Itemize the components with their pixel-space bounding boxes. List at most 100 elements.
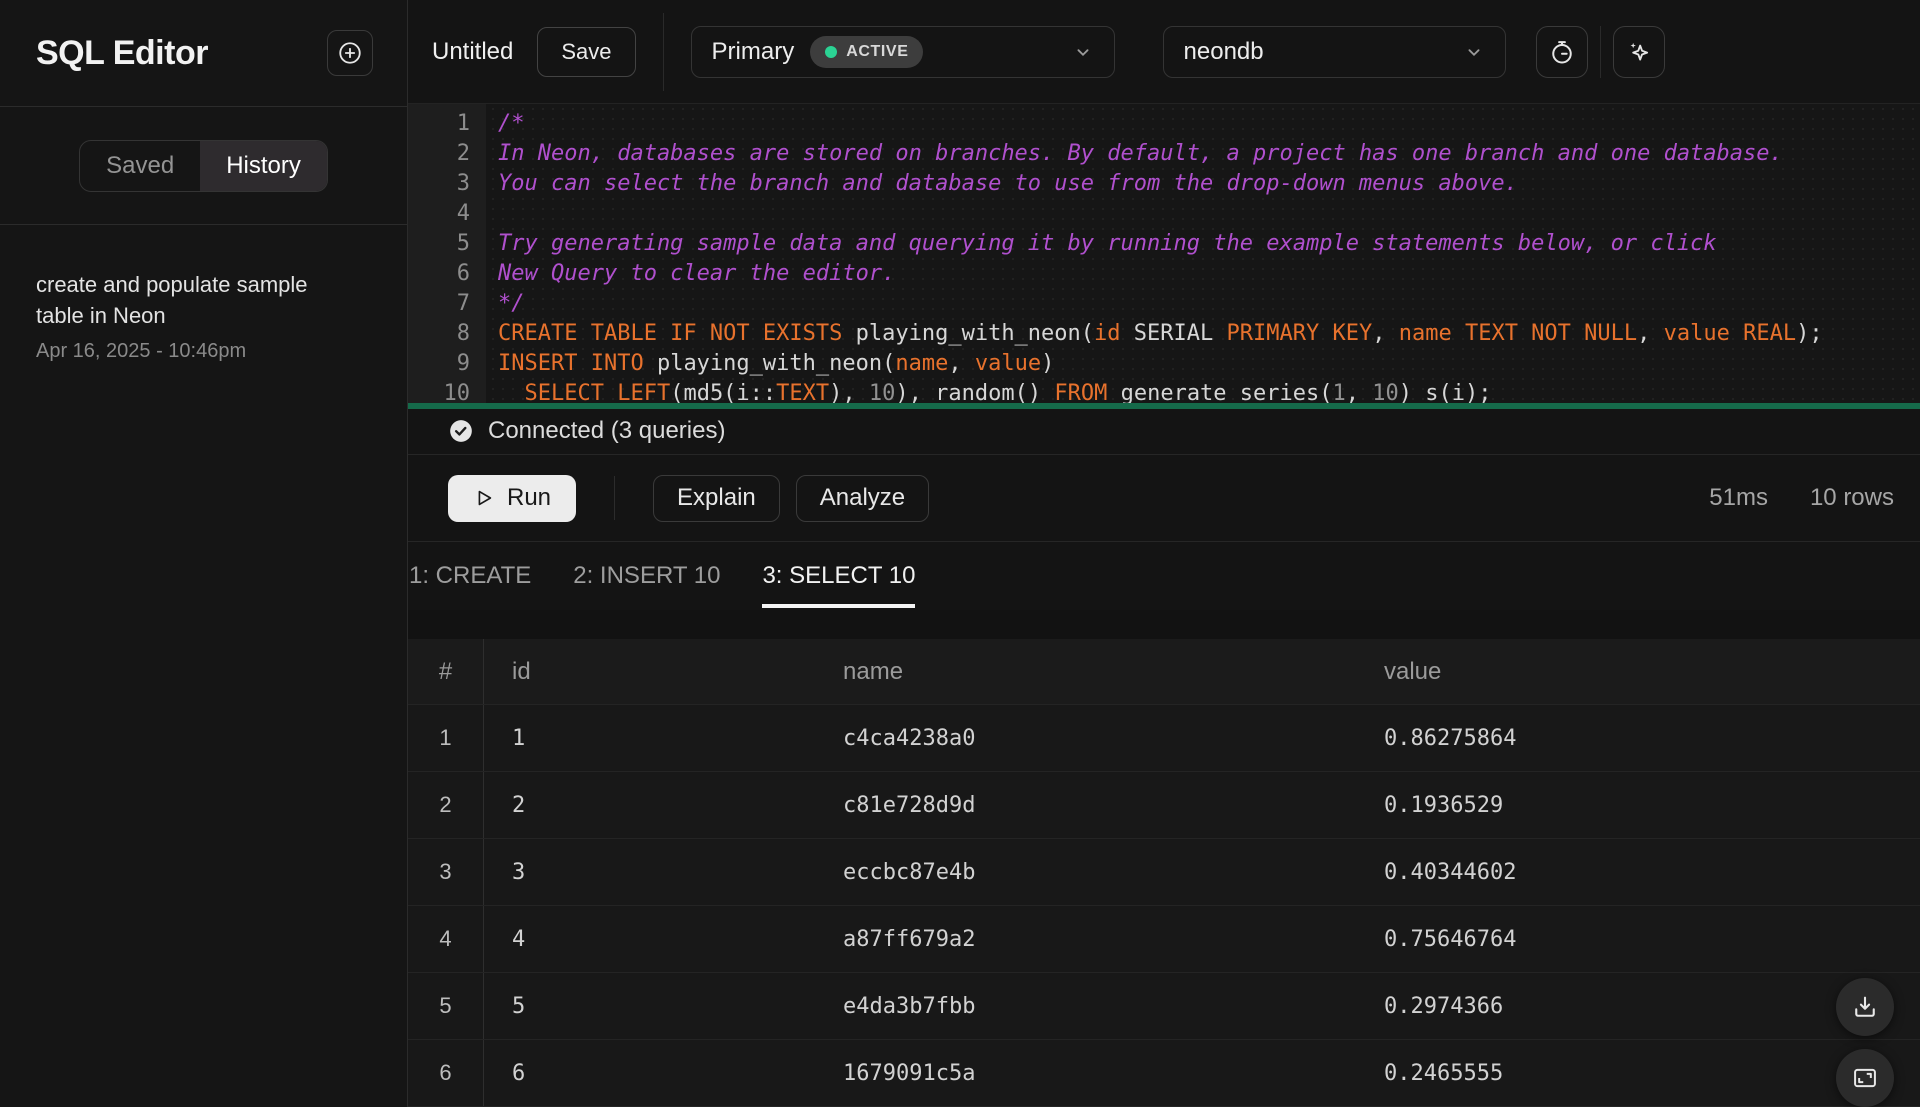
check-circle-icon [448,418,474,444]
code-token: , [948,351,975,376]
cell-name: 1679091c5a [815,1040,1356,1106]
fullscreen-icon [1851,1064,1879,1092]
code-line: 6 New Query to clear the editor. [408,259,1920,289]
connection-status-bar: Connected (3 queries) [408,409,1920,456]
actions-divider [614,476,615,520]
code-token: 10 [1372,381,1399,403]
result-tab-3-select-10[interactable]: 3: SELECT 10 [762,542,915,610]
column-header-num: # [408,639,484,704]
line-number: 9 [408,349,486,379]
download-results-button[interactable] [1836,978,1894,1036]
save-button[interactable]: Save [537,27,635,77]
code-text: */ [486,289,525,319]
analyze-button[interactable]: Analyze [796,475,929,522]
code-text: You can select the branch and database t… [486,169,1518,199]
main-panel: Untitled Save Primary ACTIVE neondb [408,0,1920,1107]
code-token: , [1372,321,1399,346]
sparkles-icon [1625,38,1653,66]
code-token: SELECT LEFT [525,381,671,403]
code-token: ) s(i); [1399,381,1492,403]
code-text: Try generating sample data and querying … [486,229,1717,259]
code-token: */ [498,291,525,316]
result-tab-1-create[interactable]: 1: CREATE [409,542,531,610]
line-number: 4 [408,199,486,229]
cell-value: 0.86275864 [1356,705,1920,771]
line-number: 2 [408,139,486,169]
code-token [498,381,525,403]
table-row[interactable]: 33eccbc87e4b0.40344602 [408,839,1920,906]
code-line: 3You can select the branch and database … [408,169,1920,199]
sql-editor-app: SQL Editor Saved History create and popu… [0,0,1920,1107]
tab-saved[interactable]: Saved [80,141,200,191]
tab-history[interactable]: History [200,141,327,191]
code-text: New Query to clear the editor. [486,259,895,289]
code-token: 10 [869,381,896,403]
line-number: 8 [408,319,486,349]
explain-button[interactable]: Explain [653,475,780,522]
cell-num: 4 [408,906,484,972]
code-token: ) [1041,351,1054,376]
chevron-down-icon [1072,41,1094,63]
code-token: playing_with_neon( [644,351,896,376]
query-duration: 51ms [1709,484,1768,512]
code-token: You can select the branch and database t… [498,171,1518,196]
connection-status-text: Connected (3 queries) [488,417,725,445]
line-number: 7 [408,289,486,319]
code-token: REAL [1743,321,1796,346]
database-selector[interactable]: neondb [1163,26,1506,78]
cell-num: 5 [408,973,484,1039]
table-row[interactable]: 55e4da3b7fbb0.2974366 [408,973,1920,1040]
code-text [486,199,498,229]
database-name: neondb [1184,38,1264,66]
branch-selector[interactable]: Primary ACTIVE [691,26,1115,78]
code-text: In Neon, databases are stored on branche… [486,139,1783,169]
sql-code-editor[interactable]: 1/*2In Neon, databases are stored on bra… [408,104,1920,403]
play-icon [473,487,495,509]
table-row[interactable]: 11c4ca4238a00.86275864 [408,705,1920,772]
column-header-name: name [815,639,1356,704]
table-header-row: #idnamevalue [408,639,1920,705]
history-item[interactable]: create and populate sample table in Neon… [36,269,371,363]
topbar-divider [663,13,664,91]
sidebar: SQL Editor Saved History create and popu… [0,0,408,1107]
cell-num: 6 [408,1040,484,1106]
table-row[interactable]: 661679091c5a0.2465555 [408,1040,1920,1107]
cell-value: 0.40344602 [1356,839,1920,905]
plus-circle-icon [337,40,363,66]
ai-assist-button[interactable] [1613,26,1665,78]
sidebar-header: SQL Editor [0,0,407,107]
expand-results-button[interactable] [1836,1049,1894,1107]
result-tab-2-insert-10[interactable]: 2: INSERT 10 [573,542,720,610]
table-row[interactable]: 44a87ff679a20.75646764 [408,906,1920,973]
code-token: value [975,351,1041,376]
history-list: create and populate sample table in Neon… [0,225,407,1107]
code-text: CREATE TABLE IF NOT EXISTS playing_with_… [486,319,1823,349]
code-token: PRIMARY KEY [1227,321,1373,346]
code-line: 9INSERT INTO playing_with_neon(name, val… [408,349,1920,379]
saved-history-toggle: Saved History [0,107,407,225]
code-token: In Neon, databases are stored on branche… [498,141,1783,166]
code-text: SELECT LEFT(md5(i::TEXT), 10), random() … [486,379,1491,403]
code-token: Try generating sample data and querying … [498,231,1717,256]
cell-name: c81e728d9d [815,772,1356,838]
line-number: 5 [408,229,486,259]
code-token: id [1094,321,1121,346]
download-icon [1851,993,1879,1021]
query-row-count: 10 rows [1810,484,1894,512]
query-timing-button[interactable] [1536,26,1588,78]
new-query-button[interactable] [327,30,373,76]
table-row[interactable]: 22c81e728d9d0.1936529 [408,772,1920,839]
code-token: ); [1796,321,1823,346]
result-tabs: 1: CREATE 2: INSERT 10 3: SELECT 10 [408,542,1920,610]
code-line: 10 SELECT LEFT(md5(i::TEXT), 10), random… [408,379,1920,403]
query-actions-bar: Run Explain Analyze 51ms 10 rows [408,455,1920,542]
run-button[interactable]: Run [448,475,576,522]
code-token [1452,321,1465,346]
line-number: 6 [408,259,486,289]
code-token: name [1399,321,1452,346]
code-token: INSERT INTO [498,351,644,376]
code-token: New Query to clear the editor. [498,261,895,286]
code-line: 7 */ [408,289,1920,319]
code-token: ), random() [895,381,1054,403]
cell-id: 1 [484,705,815,771]
